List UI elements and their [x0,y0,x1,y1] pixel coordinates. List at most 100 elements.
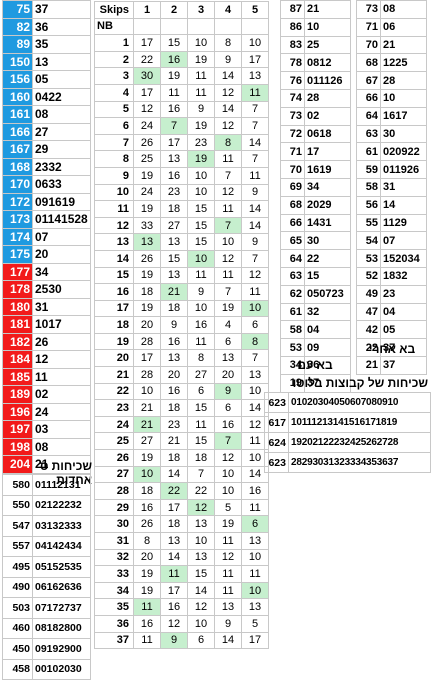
left-row: 168 2332 [2,157,91,176]
comes-after-key: 68 [356,53,381,73]
skips-cell: 21 [133,399,161,417]
comes-with-key: 61 [280,302,305,322]
skips-row: 31 8 13 10 11 13 [94,532,269,550]
left-row-value: 24 [32,402,91,421]
comes-after-key: 59 [356,160,381,179]
skips-cell: 6 [187,631,215,650]
ones-table: 580 01112131 550 02122232 547 03132333 557 0414… [2,474,91,680]
comes-after-row: 47 04 [356,302,427,322]
skips-cell: 14 [241,133,269,152]
skips-cell: 15 [187,216,215,235]
left-row: 181 1017 [2,315,91,334]
left-row-key: 181 [2,315,33,334]
skips-cell: 4 [214,316,242,334]
skips-cell: 9 [241,183,269,202]
comes-with-value: 09 [304,338,351,357]
comes-with-key: 87 [280,0,305,19]
skips-row: 25 27 21 15 7 11 [94,432,269,451]
comes-after-value: 05 [380,320,427,340]
skips-cell: 18 [160,449,188,467]
skips-cell: 20 [133,548,161,567]
skips-cell: 24 [133,117,161,135]
skips-cell: 6 [241,515,269,533]
skips-cell: 13 [241,532,269,550]
skips-cell: 10 [187,166,215,185]
skips-cell: 7 [214,283,242,301]
group-value: 19202122232425262728 [288,432,431,453]
comes-with-row: 64 22 [280,249,351,268]
skips-row-number: 11 [94,200,134,218]
skips-cell: 19 [133,299,161,318]
left-row-value: 01141528 [32,210,91,229]
comes-with-row: 78 0812 [280,53,351,73]
skips-row-number: 28 [94,482,134,500]
comes-after-key: 66 [356,88,381,108]
skips-cell: 23 [160,183,188,202]
group-value: 10111213141516171819 [288,412,431,433]
comes-with-value: 30 [304,231,351,251]
left-row-key: 174 [2,227,33,246]
skips-cell: 11 [133,598,161,616]
skips-cell: 22 [133,50,161,69]
comes-with-key: 78 [280,53,305,73]
skips-row-number: 26 [94,449,134,467]
skips-row-number: 8 [94,150,134,168]
comes-with-caption: בא עם [297,358,333,372]
left-row-key: 166 [2,122,33,141]
comes-after-row: 42 05 [356,320,427,340]
skips-cell: 15 [187,200,215,218]
skips-row-number: 23 [94,399,134,417]
ones-row: 450 09192900 [2,638,91,660]
skips-cell: 14 [214,67,242,85]
skips-cell: 13 [160,532,188,550]
skips-row-number: 24 [94,415,134,434]
skips-row: 13 13 13 15 10 9 [94,233,269,251]
comes-with-row: 69 34 [280,177,351,197]
ones-row: 557 04142434 [2,535,91,557]
skips-cell: 22 [160,482,188,500]
left-row-key: 82 [2,17,33,36]
skips-row: 12 33 27 15 7 14 [94,216,269,235]
left-row: 173 01141528 [2,210,91,229]
comes-after-caption: בא אחרי [368,342,416,356]
empty-cell [241,17,269,36]
skips-cell: 17 [133,83,161,102]
comes-after-key: 49 [356,284,381,304]
comes-after-row: 71 06 [356,17,427,37]
comes-after-row: 70 21 [356,35,427,55]
left-row-key: 184 [2,350,33,369]
skips-cell: 10 [187,183,215,202]
skips-row: 35 11 16 12 13 13 [94,598,269,616]
left-row-value: 20 [32,245,91,264]
skips-cell: 16 [160,100,188,119]
skips-cell: 6 [187,382,215,401]
comes-with-key: 69 [280,177,305,197]
skips-cell: 17 [133,349,161,368]
skips-row: 15 19 13 11 11 12 [94,266,269,285]
left-row-key: 182 [2,332,33,351]
comes-after-row: 52 1832 [356,266,427,286]
skips-cell: 7 [214,216,242,235]
left-row-value: 29 [32,140,91,159]
skips-cell: 18 [160,200,188,218]
skips-header-cell: 4 [214,1,242,19]
skips-cell: 16 [160,598,188,616]
ones-key: 580 [2,474,33,496]
comes-with-row: 83 25 [280,35,351,55]
skips-cell: 11 [241,166,269,185]
left-row: 82 36 [2,17,91,36]
left-row: 156 05 [2,70,91,89]
comes-with-row: 53 09 [280,338,351,357]
skips-cell: 19 [214,299,242,318]
group-value: 01020304050607080910 [288,392,431,413]
skips-row: 6 24 7 19 12 7 [94,117,269,135]
skips-cell: 11 [214,565,242,583]
skips-row: 19 28 16 11 6 8 [94,332,269,351]
skips-cell: 12 [214,183,242,202]
ones-key: 458 [2,658,33,680]
left-row-value: 13 [32,52,91,71]
left-row-value: 02 [32,385,91,404]
skips-header-cell: 2 [160,1,188,19]
skips-cell: 13 [241,366,269,384]
skips-row: 33 19 11 15 11 11 [94,565,269,583]
